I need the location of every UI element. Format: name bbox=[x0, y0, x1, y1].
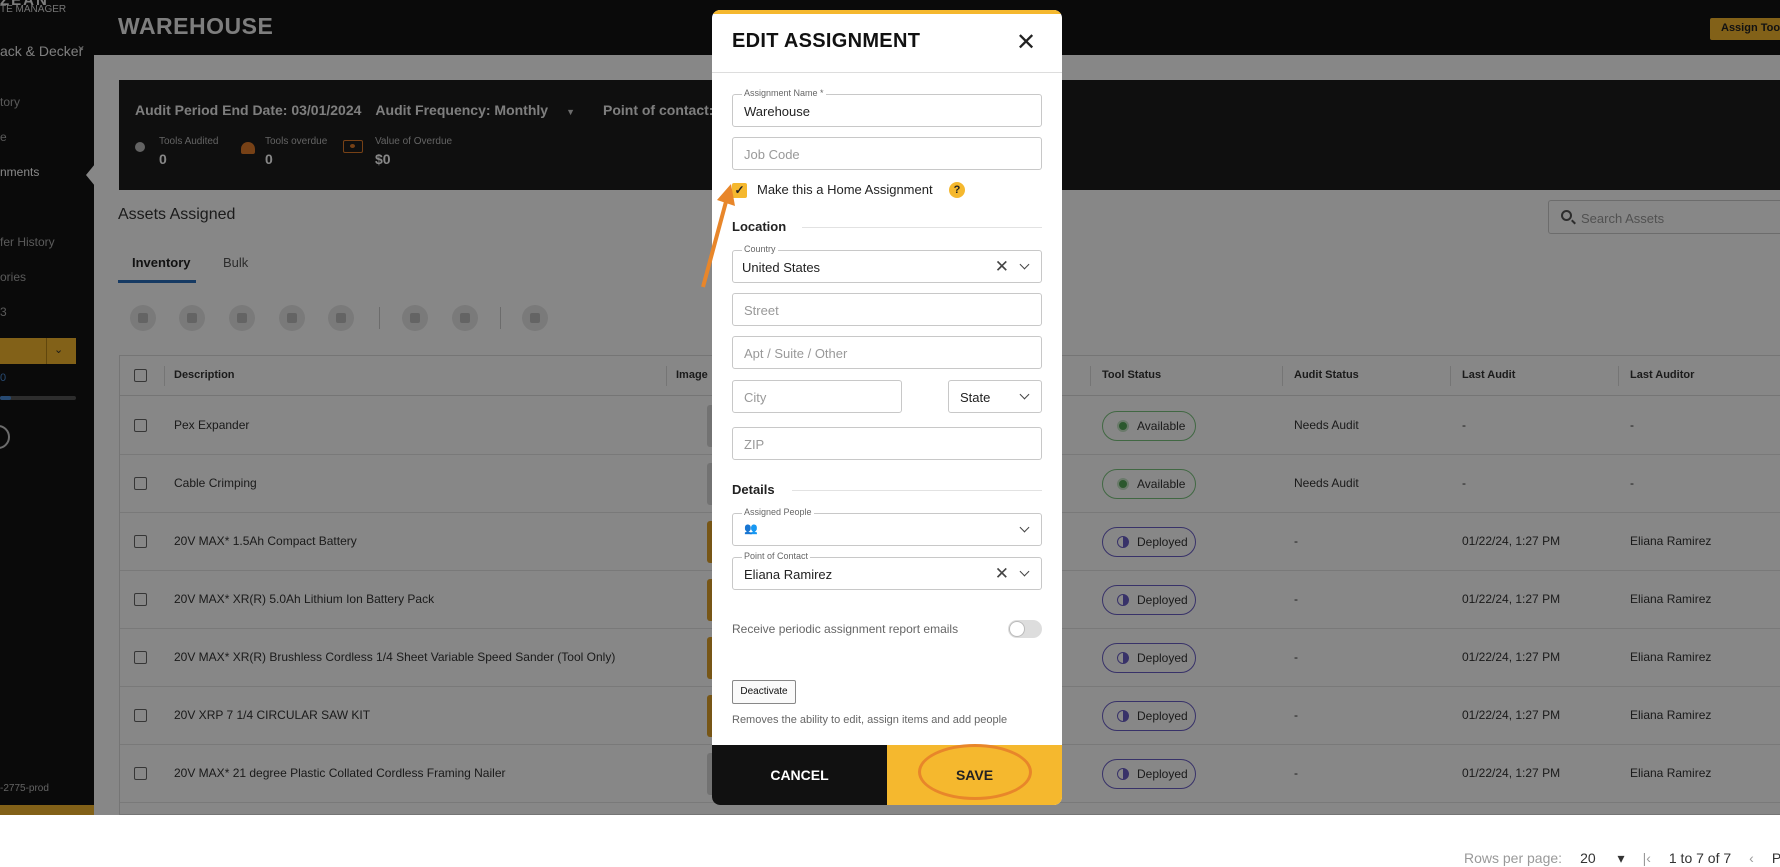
close-icon[interactable]: ✕ bbox=[1016, 28, 1036, 57]
report-emails-toggle[interactable] bbox=[1008, 620, 1042, 638]
page-indicator: Page 1 of 1 bbox=[1771, 850, 1780, 866]
prev-page-icon[interactable]: ‹ bbox=[1749, 850, 1754, 866]
dialog-title: EDIT ASSIGNMENT bbox=[732, 30, 921, 52]
help-icon[interactable]: ? bbox=[949, 182, 965, 198]
details-heading: Details bbox=[732, 482, 775, 497]
location-heading: Location bbox=[732, 219, 787, 234]
cancel-button[interactable]: CANCEL bbox=[712, 745, 887, 805]
point-of-contact-select[interactable]: Point of Contact Eliana Ramirez ✕ bbox=[732, 551, 1042, 590]
deactivate-button[interactable]: Deactivate bbox=[732, 680, 796, 704]
people-icon: 👥 bbox=[744, 523, 758, 535]
clear-icon[interactable]: ✕ bbox=[995, 564, 1009, 584]
rows-per-page-label: Rows per page: bbox=[1464, 850, 1563, 866]
clear-icon[interactable]: ✕ bbox=[995, 257, 1009, 277]
chevron-down-icon[interactable] bbox=[1019, 259, 1030, 270]
pagination: Rows per page: 20 ▾ |‹ 1 to 7 of 7 ‹ Page 1 o… bbox=[1464, 850, 1780, 867]
country-select[interactable]: Country United States ✕ bbox=[732, 244, 1042, 283]
first-page-icon[interactable]: |‹ bbox=[1643, 850, 1651, 866]
apt-field[interactable]: Apt / Suite / Other bbox=[732, 336, 1042, 369]
assigned-people-select[interactable]: Assigned People 👥 bbox=[732, 507, 1042, 546]
page-range: 1 to 7 of 7 bbox=[1668, 850, 1732, 866]
street-field[interactable]: Street bbox=[732, 293, 1042, 326]
assignment-name-field[interactable]: Assignment Name * Warehouse bbox=[732, 88, 1042, 127]
home-assignment-label: Make this a Home Assignment bbox=[757, 182, 933, 197]
chevron-down-icon[interactable] bbox=[1019, 566, 1030, 577]
save-highlight-circle bbox=[918, 744, 1032, 800]
city-field[interactable]: City bbox=[732, 380, 902, 413]
annotation-arrow-icon bbox=[701, 184, 735, 288]
rows-per-page-select[interactable]: 20 ▾ bbox=[1580, 850, 1625, 866]
state-select[interactable]: State bbox=[948, 380, 1042, 413]
zip-field[interactable]: ZIP bbox=[732, 427, 1042, 460]
deactivate-note: Removes the ability to edit, assign item… bbox=[732, 714, 1008, 726]
edit-assignment-dialog: EDIT ASSIGNMENT ✕ Assignment Name * Ware… bbox=[712, 10, 1062, 805]
report-emails-label: Receive periodic assignment report email… bbox=[732, 622, 959, 636]
chevron-down-icon[interactable] bbox=[1019, 522, 1030, 533]
job-code-field[interactable]: Job Code bbox=[732, 137, 1042, 170]
chevron-down-icon[interactable] bbox=[1019, 389, 1030, 400]
